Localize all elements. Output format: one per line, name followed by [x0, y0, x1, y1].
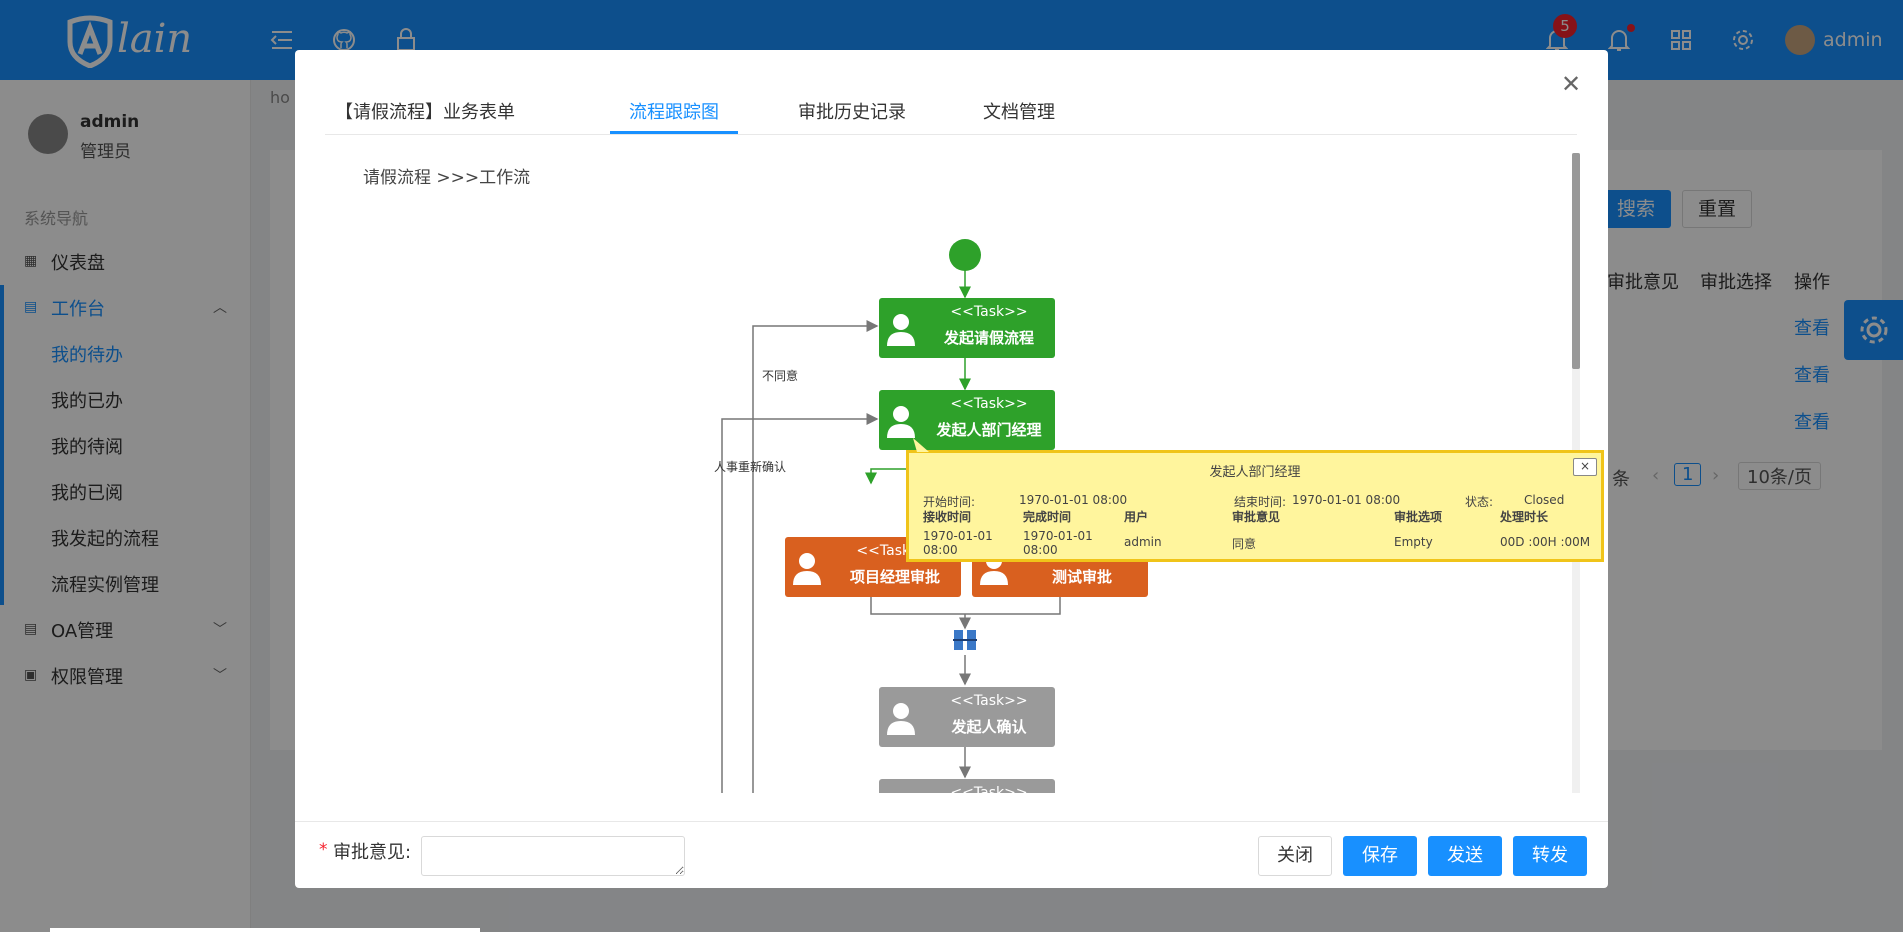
receive-date: 1970-01-01 [923, 529, 993, 543]
column-duration: 处理时长 [1500, 510, 1549, 524]
task-type: <<Task>> [950, 304, 1028, 320]
finish-time: 08:00 [1023, 543, 1058, 557]
tooltip-title: 发起人部门经理 [1209, 465, 1301, 480]
forward-button[interactable]: 转发 [1513, 836, 1587, 876]
task-name: 发起人部门经理 [936, 421, 1042, 439]
tab-approval-history[interactable]: 审批历史记录 [798, 98, 906, 124]
user-value: admin [1124, 535, 1162, 549]
receive-time: 08:00 [923, 543, 958, 557]
task-name: 发起人确认 [951, 718, 1027, 736]
status-label: 状态: [1465, 495, 1494, 509]
task-type: <<Task>> [950, 785, 1028, 793]
duration-value: 00D :00H :00M [1500, 535, 1591, 549]
workflow-path: 请假流程 >>>工作流 [363, 168, 531, 188]
tab-documents[interactable]: 文档管理 [983, 98, 1055, 124]
user-icon [887, 314, 915, 346]
scrollbar-thumb[interactable] [1572, 153, 1580, 369]
tooltip-close-button[interactable]: × [1573, 458, 1597, 476]
modal-tabs: 【请假流程】业务表单 流程跟踪图 审批历史记录 文档管理 [325, 90, 1577, 135]
task-name: 测试审批 [1051, 568, 1112, 586]
task-detail-tooltip: 发起人部门经理 × 开始时间: 1970-01-01 08:00 结束时间: 1… [906, 450, 1604, 562]
option-value: Empty [1394, 535, 1433, 549]
tab-business-form[interactable]: 【请假流程】业务表单 [335, 98, 515, 124]
column-option: 审批选项 [1394, 510, 1443, 524]
task-node-dept-manager[interactable]: <<Task>> 发起人部门经理 [879, 390, 1055, 450]
edge-label-hr-reconfirm: 人事重新确认 [714, 460, 787, 474]
column-user: 用户 [1124, 510, 1149, 524]
task-type: <<Task>> [950, 693, 1028, 709]
user-icon [793, 553, 821, 585]
start-time-value: 1970-01-01 08:00 [1019, 493, 1128, 507]
user-icon [887, 703, 915, 735]
tab-ink-bar [610, 131, 738, 134]
task-name: 发起请假流程 [943, 329, 1034, 347]
task-type: <<Task>> [950, 396, 1028, 412]
tooltip-pointer [913, 438, 929, 452]
required-mark: * [319, 840, 328, 860]
save-button[interactable]: 保存 [1343, 836, 1417, 876]
task-name: 项目经理审批 [849, 568, 940, 586]
finish-date: 1970-01-01 [1023, 529, 1093, 543]
end-time-value: 1970-01-01 08:00 [1292, 493, 1401, 507]
opinion-value: 同意 [1232, 537, 1257, 551]
task-node-initiator-confirm[interactable]: <<Task>> 发起人确认 [879, 687, 1055, 747]
start-event [949, 239, 981, 271]
column-opinion: 审批意见 [1232, 510, 1281, 524]
bottom-strip [50, 928, 480, 932]
column-finish-time: 完成时间 [1023, 510, 1072, 524]
task-node-start-leave[interactable]: <<Task>> 发起请假流程 [879, 298, 1055, 358]
task-node-next[interactable]: <<Task>> [879, 779, 1055, 793]
opinion-textarea[interactable] [421, 836, 685, 876]
edge-label-disagree: 不同意 [762, 369, 799, 383]
close-button[interactable]: 关闭 [1258, 836, 1332, 876]
send-button[interactable]: 发送 [1428, 836, 1502, 876]
status-value: Closed [1524, 493, 1565, 507]
user-icon [887, 406, 915, 438]
tab-flow-trace[interactable]: 流程跟踪图 [629, 98, 719, 124]
opinion-label: 审批意见: [333, 842, 412, 863]
column-receive-time: 接收时间 [923, 510, 972, 524]
parallel-gateway-icon [953, 630, 977, 650]
